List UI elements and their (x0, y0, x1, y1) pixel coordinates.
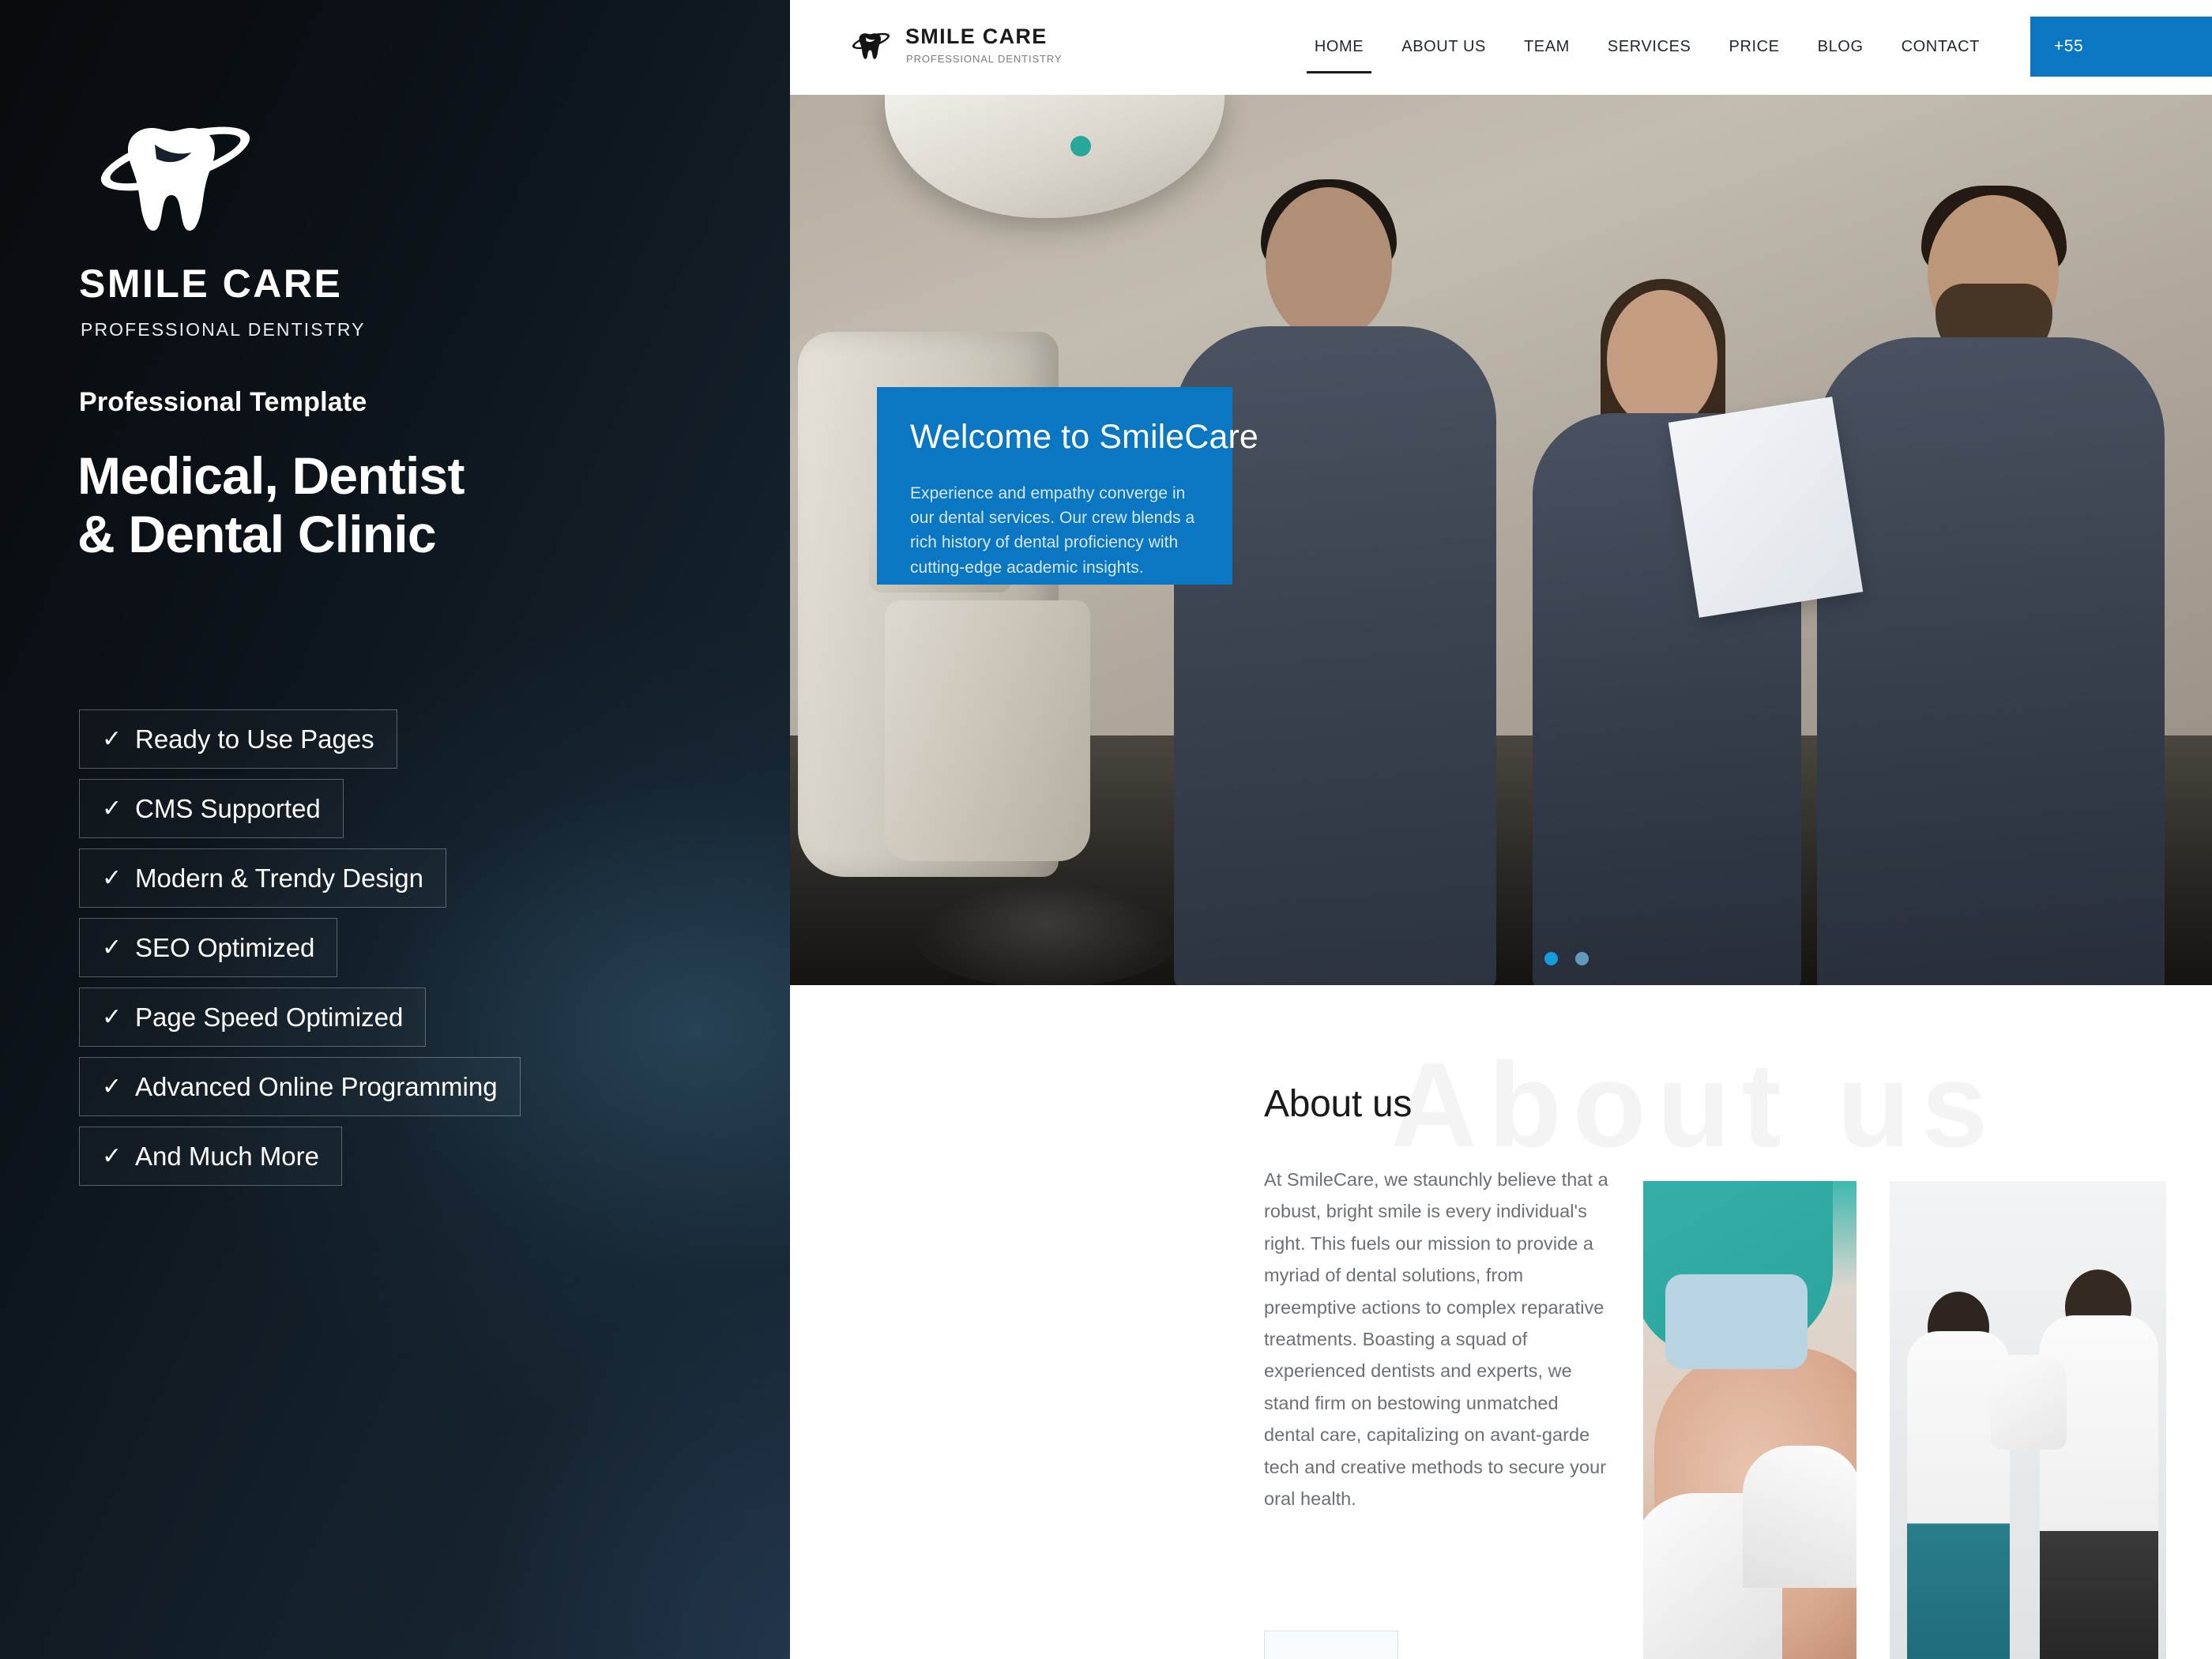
hero-card-title: Welcome to SmileCare (910, 418, 1258, 456)
promo-feature-label: CMS Supported (135, 793, 321, 823)
promo-headline: Medical, Dentist & Dental Clinic (77, 446, 773, 564)
promo-feature-label: Advanced Online Programming (135, 1071, 498, 1101)
promo-headline-line2: & Dental Clinic (77, 504, 437, 563)
phone-cta-button[interactable]: +55 (2030, 17, 2212, 77)
check-icon: ✓ (102, 725, 122, 752)
promo-eyebrow: Professional Template (79, 387, 367, 417)
high-five-hands (1991, 1355, 2067, 1450)
promo-feature-label: And Much More (135, 1141, 319, 1171)
nav-item-contact[interactable]: CONTACT (1883, 38, 1999, 56)
promo-feature-label: Modern & Trendy Design (135, 863, 424, 893)
hero-carousel: Welcome to SmileCare Experience and empa… (790, 95, 2212, 985)
hero-welcome-card: Welcome to SmileCare Experience and empa… (877, 387, 1258, 585)
staff-member-center (1525, 279, 1809, 985)
check-icon: ✓ (102, 1073, 122, 1100)
carousel-dot[interactable] (1544, 952, 1558, 965)
check-icon: ✓ (102, 864, 122, 891)
nav-item-price[interactable]: PRICE (1710, 38, 1799, 56)
promo-headline-line1: Medical, Dentist (77, 446, 465, 505)
promo-feature-row: ✓ Ready to Use Pages (79, 709, 758, 779)
nav-item-blog[interactable]: BLOG (1799, 38, 1883, 56)
promo-brand-name: SMILE CARE (79, 261, 343, 306)
check-icon: ✓ (102, 934, 122, 961)
face-mask (1665, 1274, 1808, 1369)
carousel-dots (1544, 952, 1589, 965)
promo-feature-label: SEO Optimized (135, 932, 315, 962)
promo-feature-row: ✓ SEO Optimized (79, 918, 758, 988)
site-preview: SMILE CARE PROFESSIONAL DENTISTRY HOME AB… (790, 0, 2212, 1659)
about-photo-team-highfive (1890, 1181, 2166, 1659)
promo-feature-item: ✓ Advanced Online Programming (79, 1057, 521, 1116)
scrubs (1817, 337, 2165, 985)
promo-feature-row: ✓ Advanced Online Programming (79, 1057, 758, 1127)
main-nav: HOME ABOUT US TEAM SERVICES PRICE BLOG CONTACT (1296, 0, 1999, 93)
promo-feature-item: ✓ CMS Supported (79, 779, 344, 838)
document-folder (1668, 397, 1864, 618)
promo-feature-item: ✓ Ready to Use Pages (79, 709, 397, 769)
lamp-indicator-icon (1070, 136, 1091, 156)
promo-feature-label: Page Speed Optimized (135, 1002, 404, 1032)
tooth-orbit-logo-icon (79, 115, 269, 241)
staff-member-left (1169, 179, 1501, 985)
about-image-gallery (1643, 1181, 2166, 1659)
carousel-dot[interactable] (1575, 952, 1589, 965)
promo-feature-item: ✓ Modern & Trendy Design (79, 848, 447, 908)
check-icon: ✓ (102, 1142, 122, 1169)
site-header: SMILE CARE PROFESSIONAL DENTISTRY HOME AB… (790, 0, 2212, 93)
nav-item-team[interactable]: TEAM (1505, 38, 1589, 56)
promo-feature-row: ✓ And Much More (79, 1127, 758, 1196)
head (1266, 187, 1392, 342)
promo-brand-tagline: PROFESSIONAL DENTISTRY (81, 319, 366, 340)
staff-member-right (1817, 186, 2165, 985)
head (1607, 290, 1717, 429)
about-read-more-button[interactable] (1264, 1631, 1398, 1659)
tooth-orbit-logo-icon[interactable] (847, 21, 894, 71)
gloved-hand-right (1743, 1446, 1856, 1588)
check-icon: ✓ (102, 795, 122, 822)
about-photo-dental-exam (1643, 1181, 1856, 1659)
promo-feature-label: Ready to Use Pages (135, 724, 374, 754)
promo-feature-row: ✓ Modern & Trendy Design (79, 848, 758, 918)
header-brand-tagline: PROFESSIONAL DENTISTRY (906, 53, 1063, 65)
promo-feature-item: ✓ Page Speed Optimized (79, 988, 427, 1047)
promo-panel: SMILE CARE PROFESSIONAL DENTISTRY Profes… (0, 0, 790, 1659)
about-title: About us (1264, 1083, 1413, 1125)
promo-feature-row: ✓ Page Speed Optimized (79, 988, 758, 1057)
hero-card-text: Experience and empathy converge in our d… (910, 484, 1195, 577)
nav-item-about-us[interactable]: ABOUT US (1382, 38, 1505, 56)
promo-feature-item: ✓ And Much More (79, 1127, 342, 1186)
dental-chair-base (885, 600, 1090, 861)
about-copy: About us At SmileCare, we staunchly beli… (1264, 1082, 1612, 1514)
about-text: At SmileCare, we staunchly believe that … (1264, 1169, 1608, 1510)
promo-feature-list: ✓ Ready to Use Pages ✓ CMS Supported ✓ Modern… (79, 709, 758, 1196)
nav-item-services[interactable]: SERVICES (1589, 38, 1710, 56)
nav-item-home[interactable]: HOME (1296, 38, 1382, 73)
check-icon: ✓ (102, 1003, 122, 1030)
promo-feature-item: ✓ SEO Optimized (79, 918, 338, 977)
promo-feature-row: ✓ CMS Supported (79, 779, 758, 848)
header-brand-name[interactable]: SMILE CARE (905, 24, 1048, 49)
